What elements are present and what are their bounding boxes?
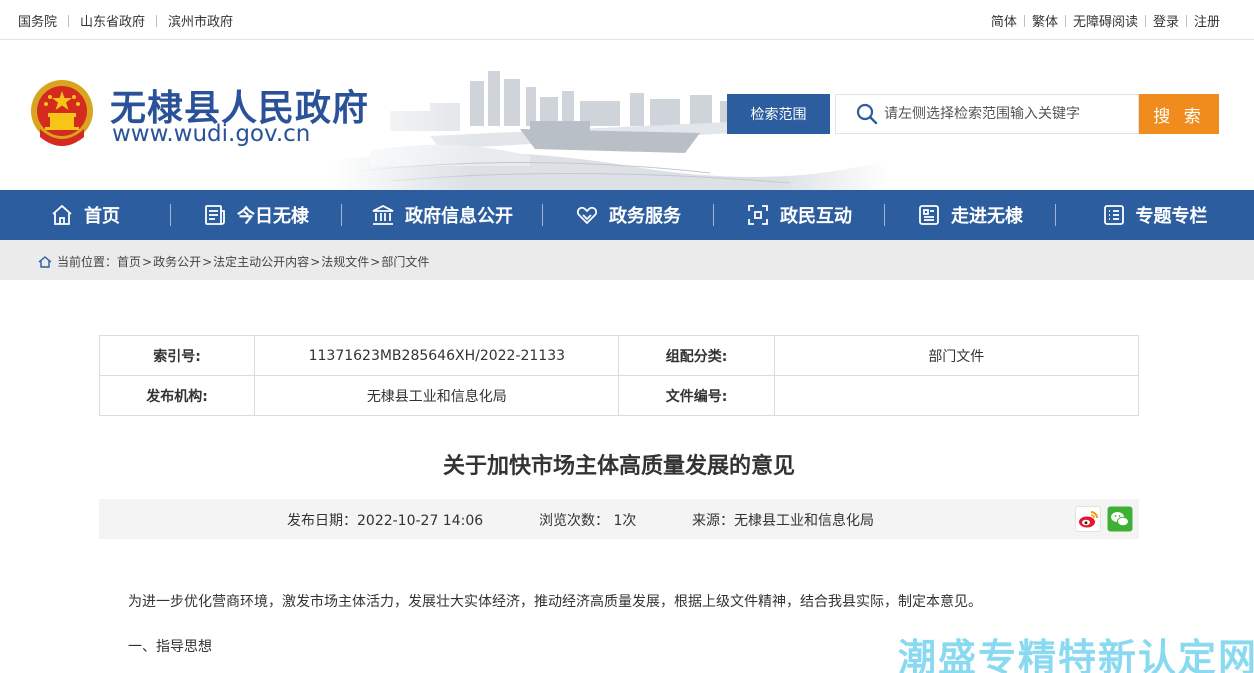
breadcrumb-prefix: 当前位置： bbox=[57, 255, 118, 269]
divider bbox=[1144, 14, 1146, 27]
top-links-right: 简体 繁体 无障碍阅读 登录 注册 bbox=[991, 11, 1220, 30]
nav-item-about-wudi[interactable]: 走进无棣 bbox=[885, 190, 1055, 240]
nav-item-interaction[interactable]: 政民互动 bbox=[714, 190, 884, 240]
breadcrumb-separator: > bbox=[310, 254, 321, 269]
breadcrumb-link[interactable]: 法规文件 bbox=[321, 253, 369, 270]
nav-label: 政府信息公开 bbox=[405, 206, 513, 227]
top-bar: 国务院 山东省政府 滨州市政府 简体 繁体 无障碍阅读 登录 注册 bbox=[0, 0, 1254, 40]
link-shandong-gov[interactable]: 山东省政府 bbox=[80, 11, 145, 30]
link-traditional[interactable]: 繁体 bbox=[1032, 11, 1058, 30]
doc-number-label: 文件编号: bbox=[618, 375, 775, 416]
article-paragraph: 为进一步优化营商环境，激发市场主体活力，发展壮大实体经济，推动经济高质量发展，根… bbox=[128, 594, 982, 610]
nav-item-gov-info[interactable]: 政府信息公开 bbox=[342, 190, 542, 240]
link-login[interactable]: 登录 bbox=[1153, 11, 1179, 30]
article-source: 来源：无棣县工业和信息化局 bbox=[692, 513, 874, 529]
top-links-left: 国务院 山东省政府 滨州市政府 bbox=[18, 11, 233, 30]
publisher-value: 无棣县工业和信息化局 bbox=[254, 375, 620, 416]
article-section-heading: 一、指导思想 bbox=[128, 639, 212, 655]
publisher-label: 发布机构: bbox=[98, 375, 256, 416]
site-header: 无棣县人民政府 www.wudi.gov.cn 检索范围 搜 索 bbox=[0, 41, 1254, 190]
breadcrumb-separator: > bbox=[142, 254, 153, 269]
search-icon bbox=[856, 103, 878, 125]
home-icon bbox=[52, 204, 72, 225]
doc-number-value bbox=[773, 375, 1140, 416]
breadcrumb-link[interactable]: 法定主动公开内容 bbox=[213, 253, 309, 270]
nav-label: 今日无棣 bbox=[237, 206, 309, 227]
divider bbox=[1023, 14, 1025, 27]
nav-item-services[interactable]: 政务服务 bbox=[543, 190, 713, 240]
divider bbox=[68, 14, 70, 27]
site-url: www.wudi.gov.cn bbox=[112, 121, 311, 147]
main-nav: 首页 今日无棣 政府信息公开 政务服务 政民互动 走进无棣 专题专栏 bbox=[0, 190, 1254, 240]
table-row: 发布机构: 无棣县工业和信息化局 文件编号: bbox=[98, 375, 1140, 416]
divider bbox=[156, 14, 158, 27]
link-register[interactable]: 注册 bbox=[1194, 11, 1220, 30]
link-state-council[interactable]: 国务院 bbox=[18, 11, 57, 30]
divider bbox=[1064, 14, 1066, 27]
publish-date: 发布日期：2022-10-27 14:06 bbox=[287, 513, 484, 529]
link-simplified[interactable]: 简体 bbox=[991, 11, 1017, 30]
link-binzhou-gov[interactable]: 滨州市政府 bbox=[168, 11, 233, 30]
index-label: 索引号: bbox=[98, 335, 256, 376]
link-accessible[interactable]: 无障碍阅读 bbox=[1073, 11, 1138, 30]
weibo-icon[interactable] bbox=[1075, 506, 1101, 532]
view-count: 浏览次数： 1次 bbox=[539, 513, 637, 529]
nav-item-home[interactable]: 首页 bbox=[0, 190, 170, 240]
nav-item-today-wudi[interactable]: 今日无棣 bbox=[171, 190, 341, 240]
home-icon bbox=[38, 255, 52, 268]
breadcrumb-separator: > bbox=[370, 254, 381, 269]
breadcrumb-bar: 当前位置： 首页 > 政务公开 > 法定主动公开内容 > 法规文件 > 部门文件 bbox=[0, 240, 1254, 280]
handshake-icon bbox=[576, 206, 598, 225]
breadcrumb: 当前位置： 首页 > 政务公开 > 法定主动公开内容 > 法规文件 > 部门文件 bbox=[38, 253, 429, 270]
nav-label: 政务服务 bbox=[609, 206, 681, 227]
news-icon bbox=[205, 205, 225, 225]
category-value: 部门文件 bbox=[773, 335, 1140, 376]
nav-label: 走进无棣 bbox=[951, 206, 1023, 227]
breadcrumb-separator: > bbox=[202, 254, 213, 269]
nav-item-special-topics[interactable]: 专题专栏 bbox=[1056, 190, 1253, 240]
search-input[interactable] bbox=[884, 106, 1134, 122]
search-scope-button[interactable]: 检索范围 bbox=[727, 94, 830, 134]
article-meta-bar: 发布日期：2022-10-27 14:06 浏览次数： 1次 来源：无棣县工业和… bbox=[99, 499, 1139, 539]
info-card-icon bbox=[919, 205, 939, 225]
breadcrumb-link[interactable]: 政务公开 bbox=[153, 253, 201, 270]
interaction-icon bbox=[748, 205, 768, 225]
index-value: 11371623MB285646XH/2022-21133 bbox=[254, 335, 620, 376]
national-emblem-icon bbox=[31, 80, 93, 146]
watermark: 潮盛专精特新认定网 bbox=[898, 636, 1254, 673]
list-icon bbox=[1103, 205, 1124, 225]
table-row: 索引号: 11371623MB285646XH/2022-21133 组配分类:… bbox=[98, 335, 1140, 376]
government-building-icon bbox=[372, 204, 394, 225]
category-label: 组配分类: bbox=[618, 335, 775, 376]
nav-label: 首页 bbox=[84, 206, 120, 227]
search-box bbox=[835, 94, 1139, 134]
article-title: 关于加快市场主体高质量发展的意见 bbox=[442, 454, 795, 479]
divider bbox=[1185, 14, 1187, 27]
wechat-icon[interactable] bbox=[1107, 506, 1133, 532]
nav-label: 专题专栏 bbox=[1135, 206, 1208, 227]
document-info-table: 索引号: 11371623MB285646XH/2022-21133 组配分类:… bbox=[98, 335, 1140, 416]
search-button[interactable]: 搜 索 bbox=[1139, 94, 1219, 134]
nav-label: 政民互动 bbox=[780, 206, 852, 227]
breadcrumb-link[interactable]: 首页 bbox=[117, 253, 141, 270]
breadcrumb-link[interactable]: 部门文件 bbox=[381, 253, 429, 270]
